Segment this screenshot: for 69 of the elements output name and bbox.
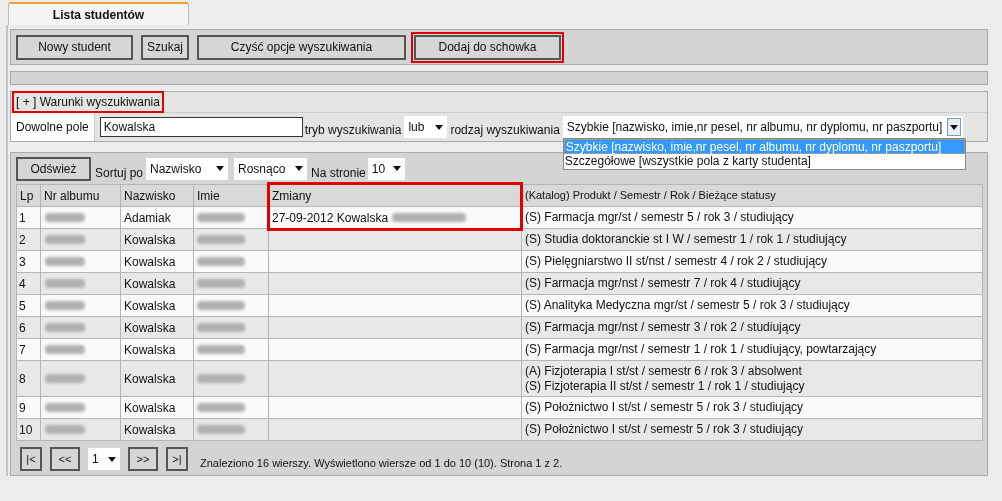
table-cell: Kowalska [120,272,194,295]
dropdown-button[interactable] [946,118,961,136]
program-status: (S) Farmacja mgr/nst / semestr 3 / rok 2 / studiujący [525,320,802,335]
sort-order-select[interactable]: Rosnąco [234,157,308,180]
table-cell: 6 [16,316,41,339]
table-cell: 9 [16,396,41,419]
toolbar-button[interactable]: Szukaj [141,34,189,60]
toolbar-button[interactable]: Nowy student [16,34,133,60]
table-cell: Kowalska [120,360,194,397]
program-status: (S) Studia doktoranckie st I W / semestr 1 / rok 1 / studiujący [525,232,848,247]
refresh-button[interactable]: Odśwież [16,156,91,181]
last-page-button[interactable]: >| [166,447,188,471]
table-cell: Kowalska [120,250,194,273]
tab[interactable]: Lista studentów [8,2,189,25]
column-header: (Katalog) Produkt / Semestr / Rok / Bieżące statusy [521,184,983,207]
program-status: (S) Farmacja mgr/nst / semestr 7 / rok 4 / studiujący [525,276,802,291]
table-cell: Kowalska [120,396,194,419]
first-page-button[interactable]: |< [20,447,42,471]
next-page-button[interactable]: >> [128,447,158,471]
caret-icon [949,124,958,130]
column-header: Nazwisko [120,184,194,207]
per-page-select[interactable]: 10 [367,157,405,180]
table-cell: Kowalska [120,294,194,317]
table-cell: 3 [16,250,41,273]
program-status: (S) Analityka Medyczna mgr/st / semestr 5 / rok 3 / studiujący [525,298,851,313]
mode-label: tryb wyszukiwania [304,122,402,139]
previous-page-button[interactable]: << [50,447,80,471]
search-field[interactable]: Kowalska [99,117,303,137]
table-cell: Kowalska [120,316,194,339]
dropdown-option[interactable]: Szczegółowe [wszystkie pola z karty studenta] [563,154,965,169]
program-status: (S) Pielęgniarstwo II st/nst / semestr 4 / rok 2 / studiujący [525,254,829,269]
table-cell: 1 [16,206,41,229]
column-header: Lp [16,184,41,207]
table-cell: 2 [16,228,41,251]
table-cell: Kowalska [120,418,194,441]
type-select[interactable]: Szybkie [nazwisko, imie,nr pesel, nr albumu, nr dyplomu, nr paszportu] [562,116,963,138]
table-cell: Adamiak [120,206,194,229]
sort-field-select[interactable]: Nazwisko [146,157,229,180]
program-status: (S) Położnictwo I st/st / semestr 5 / rok 3 / studiujący [525,400,805,415]
toolbar-button[interactable]: Czyść opcje wyszukiwania [197,34,406,60]
table-cell: Kowalska [120,338,194,361]
sort-label: Sortuj po [95,164,144,182]
table-cell: 8 [16,360,41,397]
results-summary: Znaleziono 16 wierszy. Wyświetlono wiersze od 1 do 10 (10). Strona 1 z 2. [200,455,563,471]
table-cell: 5 [16,294,41,317]
field-label: Dowolne pole [11,113,95,141]
toolbar-button[interactable]: Dodaj do schowka [414,34,561,60]
program-status: (A) Fizjoterapia I st/st / semestr 6 / rok 3 / absolwent [525,363,803,379]
program-status: (S) Farmacja mgr/nst / semestr 1 / rok 1 / studiujący, powtarzający [525,342,878,357]
column-header: Imie [193,184,269,207]
change-entry: 27-09-2012 Kowalska [272,209,389,227]
program-status: (S) Farmacja mgr/st / semestr 5 / rok 3 / studiujący [525,210,795,225]
caret-icon [216,166,225,171]
search-conditions-toggle[interactable]: [ + ] Warunki wyszukiwania [14,93,162,111]
page-select[interactable]: 1 [88,448,120,470]
mode-select[interactable]: lub [404,116,448,138]
caret-icon [393,166,402,171]
caret-icon [435,124,444,130]
caret-icon [108,456,116,462]
program-status: (S) Fizjoterapia II st/st / semestr 1 / rok 1 / studiujący [525,378,806,394]
per-page-label: Na stronie [311,164,366,182]
table-cell: 4 [16,272,41,295]
table-cell: 10 [16,418,41,441]
table-cell: Kowalska [120,228,194,251]
program-status: (S) Położnictwo I st/st / semestr 5 / rok 3 / studiujący [525,422,805,437]
type-label: rodzaj wyszukiwania [450,122,560,139]
caret-icon [295,166,304,171]
column-header: Nr albumu [40,184,121,207]
table-cell: 7 [16,338,41,361]
